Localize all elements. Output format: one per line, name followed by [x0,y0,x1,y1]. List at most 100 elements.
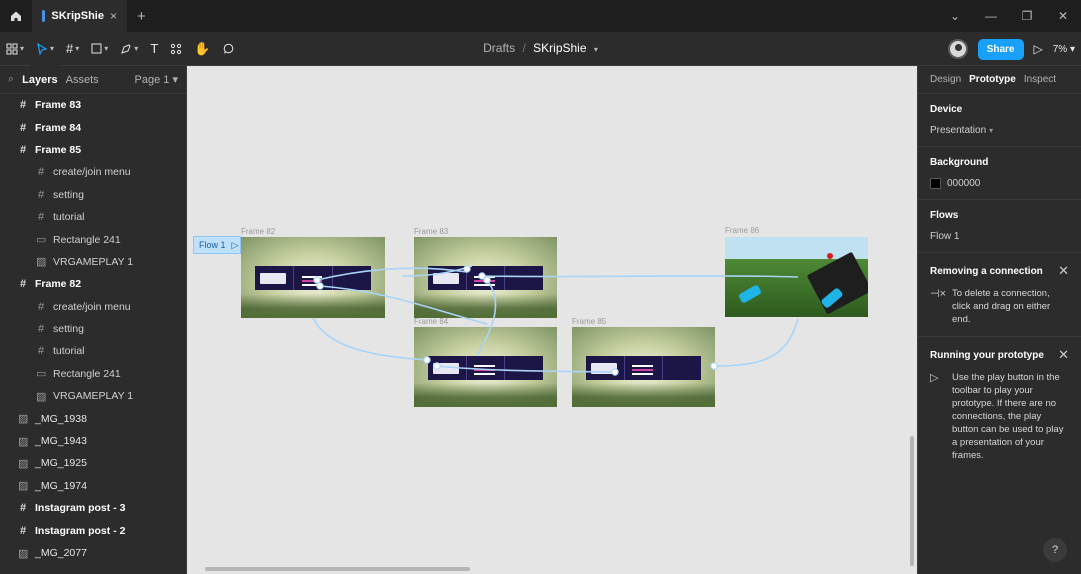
layer-item[interactable]: # setting [0,184,186,206]
frame-tool[interactable]: # ▾ [60,32,85,66]
background-hex[interactable]: 000000 [947,178,980,189]
home-icon[interactable] [0,0,32,32]
frame-84[interactable] [414,327,557,407]
frame-83[interactable] [414,237,557,318]
layer-label: setting [53,323,84,336]
background-color-field[interactable]: 000000 [930,178,1069,189]
frame-86[interactable] [725,237,868,317]
layer-item[interactable]: ▨ VRGAMEPLAY 1 [0,251,186,273]
file-name[interactable]: SKripShie [533,41,586,55]
restore-button[interactable]: ❐ [1009,9,1045,23]
pen-tool[interactable]: ▾ [114,32,144,66]
layer-item[interactable]: # Instagram post - 2 [0,519,186,541]
layer-item[interactable]: # create/join menu [0,296,186,318]
flows-title: Flows [930,210,959,221]
comment-icon [224,43,234,54]
menu-strip [255,266,371,291]
flow-label: Flow 1 [199,240,226,250]
layer-item[interactable]: ▭ Rectangle 241 [0,228,186,250]
layer-item[interactable]: # Frame 84 [0,116,186,138]
frame-84-label[interactable]: Frame 84 [414,317,448,326]
frame-icon: # [37,166,45,179]
layer-label: create/join menu [53,300,131,313]
removing-title: Removing a connection [930,265,1043,277]
hand-tool[interactable]: ✋ [188,32,216,66]
help-button[interactable]: ? [1043,538,1067,562]
present-play-icon[interactable]: ▷ [1034,42,1043,56]
layer-item[interactable]: ▨ _MG_1974 [0,475,186,497]
shape-tool[interactable]: ▾ [85,32,114,66]
rectangle-icon [91,43,102,54]
frame-icon: # [19,502,27,515]
zoom-level[interactable]: 7% ▾ [1053,44,1075,55]
tab-prototype[interactable]: Prototype [969,74,1016,85]
tab-assets[interactable]: Assets [66,74,99,86]
toolbar-right: Share ▷ 7% ▾ [947,32,1075,66]
cursor-icon [37,42,48,55]
minimize-button[interactable]: — [973,9,1009,23]
layer-item[interactable]: ▭ Rectangle 241 [0,363,186,385]
layer-item[interactable]: ▨ VRGAMEPLAY 1 [0,385,186,407]
frame-85[interactable] [572,327,715,407]
frame-icon: # [19,121,27,134]
frame-83-label[interactable]: Frame 83 [414,227,448,236]
horizontal-scrollbar[interactable] [205,567,470,571]
frame-85-label[interactable]: Frame 85 [572,317,606,326]
layer-label: _MG_1925 [35,457,87,470]
layer-item[interactable]: # setting [0,318,186,340]
layer-item[interactable]: ▨ _MG_1938 [0,407,186,429]
layer-item[interactable]: ▨ _MG_1925 [0,452,186,474]
vertical-scrollbar[interactable] [910,436,914,566]
layer-item[interactable]: ▨ _MG_2077 [0,542,186,564]
move-tool[interactable]: ▾ [30,31,61,66]
flow-starting-point[interactable]: Flow 1 ▷ [193,236,241,254]
frame-icon: # [37,188,45,201]
frame-82[interactable] [241,237,385,318]
device-select[interactable]: Presentation ▾ [930,125,1069,136]
play-icon[interactable]: ▷ [232,240,239,251]
frame-82-label[interactable]: Frame 82 [241,227,275,236]
avatar[interactable] [947,39,968,59]
close-window-button[interactable]: ✕ [1045,9,1081,23]
layer-label: tutorial [53,211,85,224]
frame-86-label[interactable]: Frame 86 [725,226,759,235]
share-button[interactable]: Share [977,38,1024,60]
text-icon: T [150,41,159,56]
layer-item[interactable]: # Frame 82 [0,273,186,295]
chevron-down-icon[interactable]: ⌄ [937,9,973,23]
background-title: Background [930,157,989,168]
text-tool[interactable]: T [144,32,164,66]
canvas[interactable]: Flow 1 ▷ Frame 82 Frame 83 Frame 84 Fram… [187,66,917,574]
removing-text: To delete a connection, click and drag o… [952,288,1051,325]
page-selector[interactable]: Page 1 ▾ [135,73,178,86]
layer-item[interactable]: # Instagram post - 3 [0,497,186,519]
layer-item[interactable]: # Frame 85 [0,139,186,161]
layer-label: _MG_1938 [35,412,87,425]
breadcrumb-folder[interactable]: Drafts [483,41,515,55]
file-tab[interactable]: SKripShie × [32,0,127,32]
resources-tool[interactable] [164,32,188,66]
menu-strip [586,355,701,380]
tab-layers[interactable]: Layers [22,74,57,86]
main-menu-button[interactable]: ▾ [0,32,30,66]
rectangle-icon: ▭ [36,234,47,247]
close-tab-icon[interactable]: × [110,9,117,23]
tab-inspect[interactable]: Inspect [1024,74,1056,85]
comment-tool[interactable] [216,32,240,66]
frame-icon: # [66,41,74,56]
layer-item[interactable]: # tutorial [0,340,186,362]
flow-item[interactable]: Flow 1 [930,231,1069,242]
layer-item[interactable]: # Frame 83 [0,94,186,116]
layer-item[interactable]: # create/join menu [0,161,186,183]
chevron-down-icon[interactable]: ▾ [594,45,598,54]
title-bar: SKripShie × + ⌄ — ❐ ✕ [0,0,1081,32]
new-tab-button[interactable]: + [137,8,146,25]
close-icon[interactable]: ✕ [1058,347,1069,363]
close-icon[interactable]: ✕ [1058,263,1069,279]
layer-item[interactable]: ▨ _MG_1943 [0,430,186,452]
flows-section: Flows Flow 1 [918,200,1081,253]
color-swatch[interactable] [930,178,941,189]
search-icon[interactable]: ⌕ [8,73,14,86]
layer-item[interactable]: # tutorial [0,206,186,228]
tab-design[interactable]: Design [930,74,961,85]
